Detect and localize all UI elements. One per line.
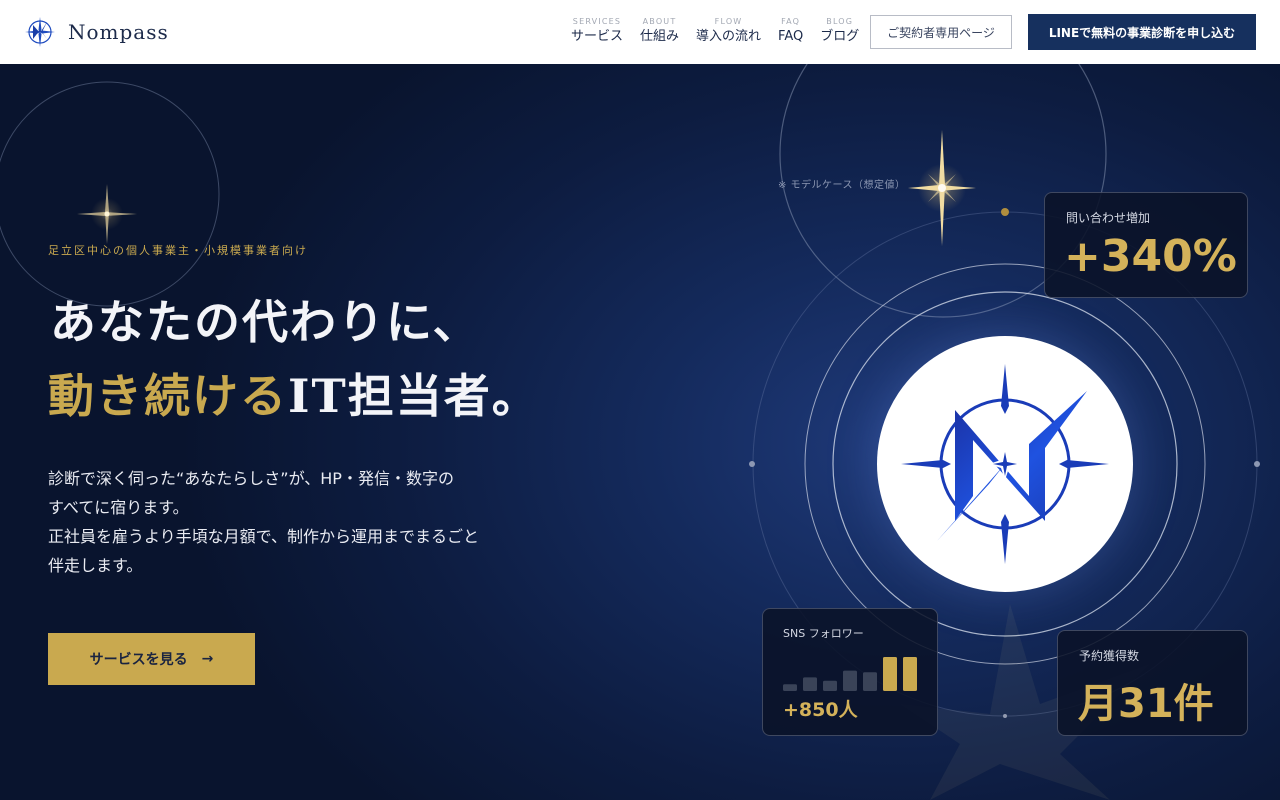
hero-lead-line: すべてに宿ります。: [48, 498, 189, 517]
sns-bar: [803, 677, 817, 691]
nav-item-label: 仕組み: [640, 29, 680, 44]
hero-headline-rest: IT担当者。: [288, 369, 540, 423]
brand-logo[interactable]: Nompass: [24, 16, 169, 48]
sns-bar: [863, 672, 877, 691]
nav-item-en-label: FAQ: [781, 17, 801, 26]
sns-bar: [843, 670, 857, 691]
hero-headline-highlight: 動き続ける: [48, 369, 288, 423]
main-nav: SERVICES サービス ABOUT 仕組み FLOW 導入の流れ FAQ F…: [571, 17, 876, 46]
sns-bar: [783, 684, 797, 691]
nav-item-services[interactable]: SERVICES サービス: [571, 17, 623, 46]
hero-lead-line: 診断で深く伺った“あなたらしさ”が、HP・発信・数字の: [48, 469, 454, 488]
compass-emblem: [877, 336, 1133, 592]
nav-item-en-label: FLOW: [714, 17, 743, 26]
compass-logo-icon: [25, 17, 55, 47]
model-case-note: ※ モデルケース（想定値）: [778, 180, 906, 191]
sns-bar: [883, 657, 897, 691]
nav-item-flow[interactable]: FLOW 導入の流れ: [696, 17, 761, 46]
nav-item-faq[interactable]: FAQ FAQ: [778, 17, 803, 46]
sparkle-icon: [908, 130, 976, 246]
sparkle-icon: [77, 184, 137, 244]
nav-item-label: 導入の流れ: [696, 29, 762, 44]
site-header: Nompass SERVICES サービス ABOUT 仕組み FLOW 導入の…: [0, 0, 1280, 64]
stat-value: +340%: [1064, 231, 1237, 282]
hero-headline-line1: あなたの代わりに、: [50, 295, 481, 349]
cta-label: サービスを見る: [89, 652, 188, 668]
line-diagnosis-button[interactable]: LINEで無料の事業診断を申し込む: [1028, 14, 1256, 50]
hero-lead-line: 伴走します。: [48, 556, 143, 575]
nav-item-about[interactable]: ABOUT 仕組み: [640, 17, 679, 46]
sns-bar: [823, 680, 837, 691]
nav-item-blog[interactable]: BLOG ブログ: [820, 17, 859, 46]
arrow-right-icon: →: [201, 651, 214, 667]
stat-label: 予約獲得数: [1079, 649, 1140, 663]
hero-lead-line: 正社員を雇うより手頃な月額で、制作から運用までまるごと: [48, 527, 480, 546]
hero-headline-line2: 動き続けるIT担当者。: [48, 360, 540, 426]
inquiry-stat-card: 問い合わせ増加 +340%: [1044, 192, 1248, 298]
hero-lead: 診断で深く伺った“あなたらしさ”が、HP・発信・数字の すべてに宿ります。 正社…: [48, 464, 568, 580]
stat-value: +850人: [783, 699, 858, 721]
hero-section: 足立区中心の個人事業主・小規模事業者向け あなたの代わりに、 動き続けるIT担当…: [0, 64, 1280, 800]
nav-item-en-label: SERVICES: [572, 17, 622, 26]
brand-name: Nompass: [68, 20, 169, 44]
reservation-stat-card: 予約獲得数 月31件: [1057, 630, 1248, 736]
view-services-button[interactable]: サービスを見る →: [48, 633, 255, 685]
nav-item-label: FAQ: [778, 29, 804, 44]
compass-n-icon: [901, 364, 1109, 564]
stat-label: SNS フォロワー: [783, 627, 864, 640]
sns-bar: [903, 657, 917, 691]
nav-item-label: ブログ: [820, 29, 860, 44]
member-page-button[interactable]: ご契約者専用ページ: [870, 15, 1012, 49]
stat-value: 月31件: [1078, 681, 1214, 727]
sns-stat-card: SNS フォロワー +850人: [762, 608, 938, 736]
nav-item-label: サービス: [571, 29, 624, 44]
stat-label: 問い合わせ増加: [1066, 211, 1151, 225]
hero-eyebrow: 足立区中心の個人事業主・小規模事業者向け: [48, 244, 308, 257]
nav-item-en-label: ABOUT: [642, 17, 677, 26]
nav-item-en-label: BLOG: [826, 17, 854, 26]
sns-bar-chart: [783, 657, 917, 691]
